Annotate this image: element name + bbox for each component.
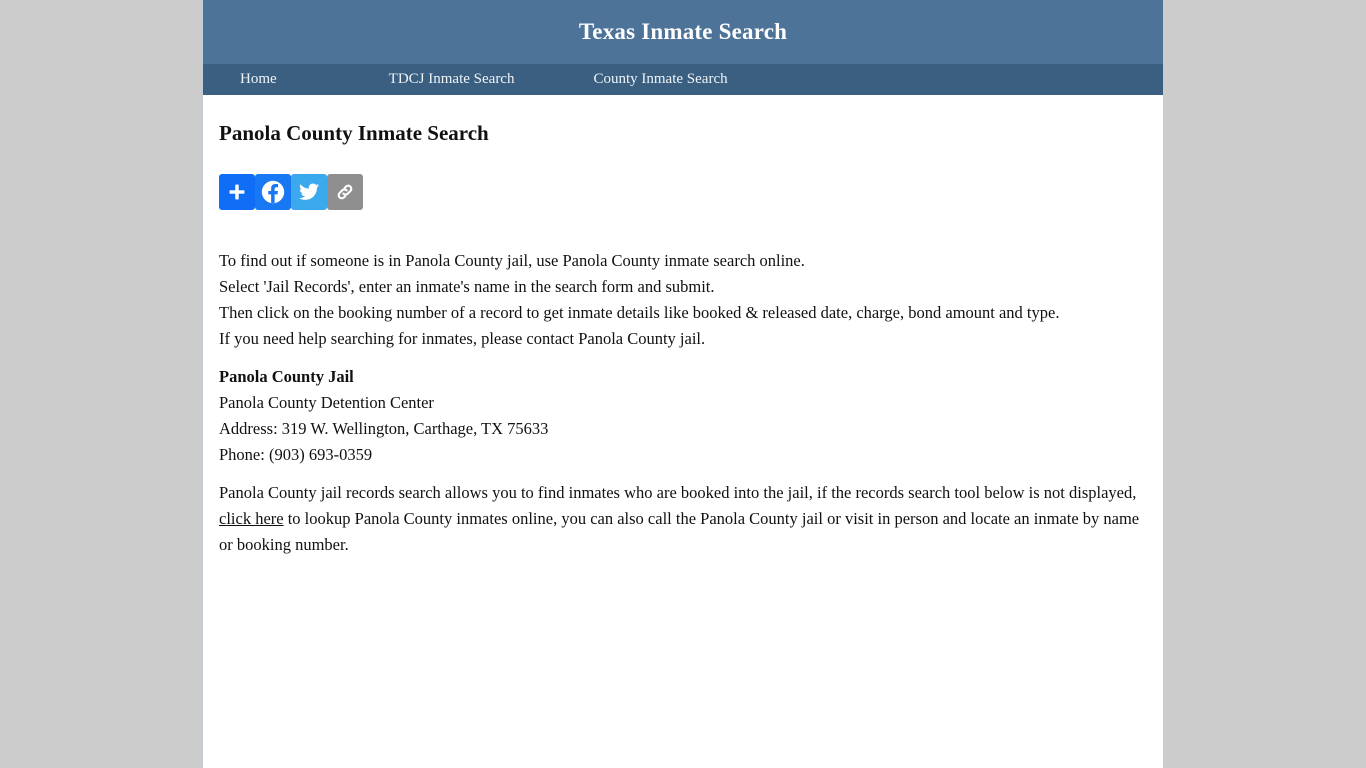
closing-text-part1: Panola County jail records search allows… <box>219 483 1137 502</box>
page-title: Panola County Inmate Search <box>219 121 489 145</box>
copy-link-share-button[interactable] <box>327 174 363 210</box>
facebook-share-button[interactable] <box>255 174 291 210</box>
plus-icon <box>227 182 247 202</box>
share-button-row <box>219 174 1147 210</box>
link-icon <box>335 182 355 202</box>
main-content: Panola County Inmate Search To find out … <box>203 95 1163 558</box>
page-container: Texas Inmate Search Home TDCJ Inmate Sea… <box>203 0 1163 768</box>
twitter-share-button[interactable] <box>291 174 327 210</box>
instruction-line: To find out if someone is in Panola Coun… <box>219 251 805 270</box>
addthis-share-button[interactable] <box>219 174 255 210</box>
twitter-icon <box>298 181 320 203</box>
jail-info-block: Panola County Jail Panola County Detenti… <box>219 364 1147 468</box>
facebook-icon <box>260 179 286 205</box>
jail-phone: Phone: (903) 693-0359 <box>219 445 373 464</box>
instruction-line: If you need help searching for inmates, … <box>219 329 706 348</box>
nav-item-home[interactable]: Home <box>228 71 289 88</box>
nav-item-tdcj-inmate-search[interactable]: TDCJ Inmate Search <box>377 71 527 88</box>
main-navigation: Home TDCJ Inmate Search County Inmate Se… <box>203 64 1163 95</box>
instructions-block: To find out if someone is in Panola Coun… <box>219 248 1147 352</box>
closing-paragraph: Panola County jail records search allows… <box>219 480 1147 558</box>
click-here-link[interactable]: click here <box>219 509 284 528</box>
closing-text-part2: to lookup Panola County inmates online, … <box>219 509 1140 554</box>
site-header: Texas Inmate Search <box>203 0 1163 64</box>
instruction-line: Then click on the booking number of a re… <box>219 303 1060 322</box>
jail-address: Address: 319 W. Wellington, Carthage, TX… <box>219 419 549 438</box>
site-title: Texas Inmate Search <box>578 19 788 44</box>
nav-item-county-inmate-search[interactable]: County Inmate Search <box>581 71 739 88</box>
instruction-line: Select 'Jail Records', enter an inmate's… <box>219 277 715 296</box>
jail-facility: Panola County Detention Center <box>219 393 434 412</box>
jail-name: Panola County Jail <box>219 367 354 386</box>
